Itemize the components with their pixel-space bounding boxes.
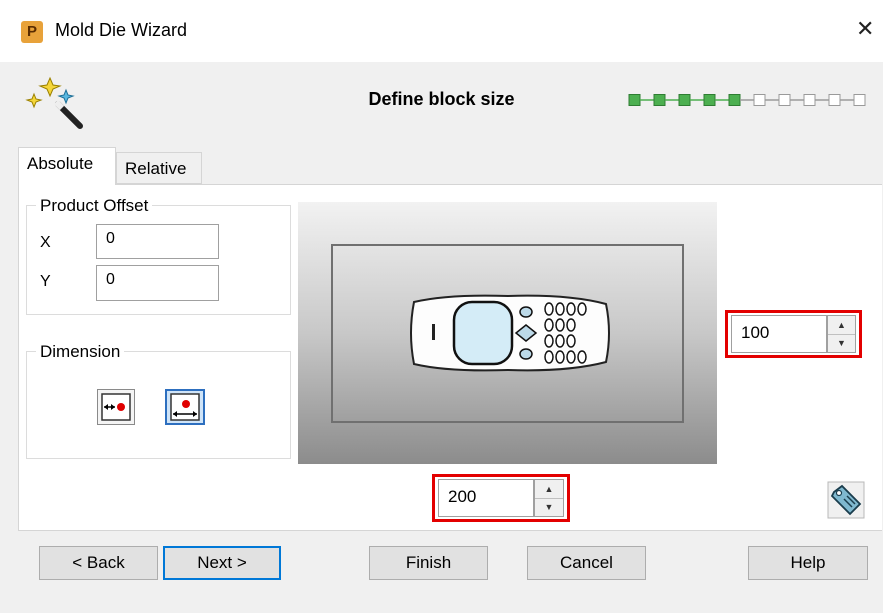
progress-step-complete — [653, 94, 666, 106]
block-width-input[interactable]: 200 — [438, 479, 534, 517]
progress-step-pending — [803, 94, 816, 106]
offset-x-input[interactable]: 0 — [96, 224, 219, 259]
spin-up-icon[interactable]: ▲ — [828, 316, 855, 335]
progress-step-pending — [828, 94, 841, 106]
progress-step-complete — [728, 94, 741, 106]
help-button[interactable]: Help — [748, 546, 868, 580]
progress-step-pending — [778, 94, 791, 106]
dimension-group — [26, 351, 291, 459]
tab-relative[interactable]: Relative — [116, 152, 202, 184]
block-width-spinner[interactable]: ▲ ▼ — [534, 479, 564, 517]
window-title: Mold Die Wizard — [55, 20, 188, 40]
wizard-progress-indicator — [628, 94, 866, 106]
product-offset-legend: Product Offset — [36, 196, 153, 216]
offset-y-input[interactable]: 0 — [96, 265, 219, 301]
progress-step-pending — [753, 94, 766, 106]
progress-step-complete — [703, 94, 716, 106]
next-button[interactable]: Next > — [163, 546, 281, 580]
tag-settings-icon[interactable] — [827, 481, 865, 519]
dimension-size-icon — [170, 393, 200, 421]
app-icon: P — [21, 21, 43, 43]
block-height-spinner[interactable]: ▲ ▼ — [827, 315, 856, 353]
dimension-size-button[interactable] — [165, 389, 205, 425]
progress-step-complete — [628, 94, 641, 106]
spin-up-icon[interactable]: ▲ — [535, 480, 563, 499]
back-button[interactable]: < Back — [39, 546, 158, 580]
dimension-offset-icon — [101, 393, 131, 421]
dimension-legend: Dimension — [36, 342, 125, 362]
progress-step-pending — [853, 94, 866, 106]
spin-down-icon[interactable]: ▼ — [828, 334, 855, 352]
phone-model-image — [410, 294, 610, 372]
dimension-offset-button[interactable] — [97, 389, 135, 425]
progress-step-complete — [678, 94, 691, 106]
offset-x-label: X — [40, 234, 51, 251]
cancel-button[interactable]: Cancel — [527, 546, 646, 580]
spin-down-icon[interactable]: ▼ — [535, 498, 563, 516]
finish-button[interactable]: Finish — [369, 546, 488, 580]
close-icon[interactable]: ✕ — [856, 18, 874, 40]
block-height-input[interactable]: 100 — [731, 315, 827, 353]
tab-absolute[interactable]: Absolute — [18, 147, 116, 185]
offset-y-label: Y — [40, 273, 51, 290]
